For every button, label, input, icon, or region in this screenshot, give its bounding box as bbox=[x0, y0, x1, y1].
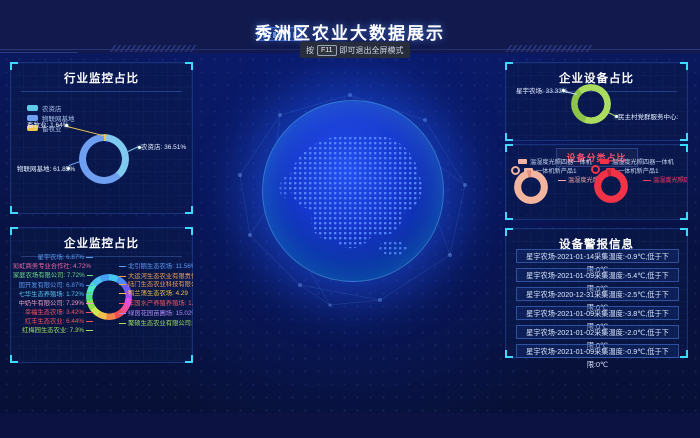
legend-swatch-icon bbox=[27, 105, 38, 111]
corner-accent bbox=[505, 133, 513, 141]
legend-swatch-icon bbox=[518, 159, 527, 164]
toast-prefix: 按 bbox=[306, 45, 314, 56]
legend-item[interactable]: 温湿度光照四器一体机 bbox=[518, 157, 592, 166]
panel-device-category: 设备分类占比 温湿度光照四器一体机 一体机新产品1 温湿度光照四器一— 温湿度光… bbox=[505, 144, 688, 220]
chart-label: 绿茵花园苗圃场: 15.02% bbox=[119, 310, 193, 318]
chart-label: 中奶牛有限公司: 7.29% bbox=[13, 300, 93, 308]
corner-accent bbox=[505, 62, 513, 70]
corner-accent bbox=[10, 62, 18, 70]
corner-accent bbox=[185, 62, 193, 70]
legend-label: 温湿度光照四器一体机 bbox=[530, 157, 592, 166]
chart-label: 聚硕生态农业有限公司: 6.87% bbox=[119, 320, 193, 328]
corner-accent bbox=[185, 227, 193, 235]
leader-dot bbox=[562, 89, 565, 92]
corner-accent bbox=[680, 350, 688, 358]
chart-label: 彩虹商务专业合作社: 4.72% bbox=[13, 263, 93, 271]
mini-donut-icon bbox=[591, 165, 600, 174]
category-donut-left[interactable] bbox=[514, 170, 548, 204]
chart-label: 七华生态养殖场: 1.72% bbox=[13, 291, 93, 299]
alarm-list-item: 星宇农场-2021-01-09采集温度:-3.8℃,低于下限:0℃ bbox=[516, 306, 679, 320]
dashboard: 秀洲区农业大数据展示 按 F11 即可退出全屏模式 bbox=[0, 0, 700, 438]
corner-accent bbox=[10, 355, 18, 363]
chart-label: 畜牧业: 1.64% bbox=[27, 121, 69, 130]
globe-sphere[interactable] bbox=[262, 100, 444, 282]
leader-dot bbox=[138, 146, 141, 149]
corner-accent bbox=[185, 355, 193, 363]
industry-donut-chart[interactable] bbox=[79, 134, 129, 184]
corner-accent bbox=[680, 62, 688, 70]
corner-accent bbox=[505, 144, 513, 152]
legend-item[interactable]: 农资店 bbox=[27, 103, 75, 113]
corner-accent bbox=[10, 227, 18, 235]
corner-accent bbox=[185, 206, 193, 214]
alarm-list-item: 星宇农场-2021-01-09采集温度:-5.4℃,低于下限:0℃ bbox=[516, 268, 679, 282]
category-donut-right[interactable] bbox=[594, 169, 628, 203]
header-hatch-left bbox=[110, 45, 199, 52]
chart-label: 北引鹅生态农场: 11.56% bbox=[119, 263, 193, 271]
alarm-list-item: 星宇农场-2021-01-02采集温度:-2.0℃,低于下限:0℃ bbox=[516, 325, 679, 339]
leader-dot bbox=[65, 124, 68, 127]
panel-industry-monitor: 行业监控占比 农资店 物联网基地 畜牧业 畜牧业: 1.64% 农资店: 36.… bbox=[10, 62, 193, 214]
chart-label: 幸福生态农场: 3.42% bbox=[13, 309, 93, 317]
toast-suffix: 即可退出全屏模式 bbox=[340, 45, 404, 56]
corner-accent bbox=[505, 350, 513, 358]
chart-label: 鸭兰荡生态农场: 4.29 bbox=[119, 290, 193, 298]
corner-accent bbox=[680, 144, 688, 152]
chart-label: 国开发有限公司: 6.87% bbox=[13, 282, 93, 290]
chart-label: 红梅园生态农业: 7.3% bbox=[13, 327, 93, 335]
alarm-list-item: 星宇农场-2020-12-31采集温度:-2.5℃,低于下限:0℃ bbox=[516, 287, 679, 301]
panel-title: 企业监控占比 bbox=[11, 228, 192, 251]
legend-label: 一体机新产品1 bbox=[618, 166, 659, 175]
alarm-list-item: 星宇农场-2021-01-14采集温度:-0.9℃,低于下限:0℃ bbox=[516, 249, 679, 263]
chart-label: 丰国水产养殖养殖场: 1. bbox=[119, 300, 193, 308]
globe-continents bbox=[263, 101, 444, 282]
legend-label: 温湿度光照四器一体机 bbox=[612, 157, 674, 166]
equipment-donut-chart[interactable] bbox=[571, 84, 611, 124]
panel-equipment-ratio: 企业设备占比 星宇农场: 33.33% 民主村党群服务中心: bbox=[505, 62, 688, 141]
corner-accent bbox=[680, 212, 688, 220]
panel-enterprise-monitor: 企业监控占比 星宇农场: 6.87% 彩虹商务专业合作社: 4.72% 家庭农场… bbox=[10, 227, 193, 363]
chart-label: 红丰生态农业: 6.44% bbox=[13, 318, 93, 326]
f11-key: F11 bbox=[317, 45, 337, 56]
chart-label: 温湿度光照四器一— bbox=[643, 175, 687, 184]
alarm-list-item: 星宇农场-2021-01-09采集温度:-0.9℃,低于下限:0℃ bbox=[516, 344, 679, 358]
panel-title: 企业设备占比 bbox=[506, 63, 687, 86]
legend-item[interactable]: 温湿度光照四器一体机 bbox=[600, 157, 674, 166]
corner-accent bbox=[505, 228, 513, 236]
header-hatch-right bbox=[506, 45, 595, 52]
corner-accent bbox=[680, 133, 688, 141]
legend-swatch-icon bbox=[600, 159, 609, 164]
corner-accent bbox=[680, 228, 688, 236]
corner-accent bbox=[505, 212, 513, 220]
corner-accent bbox=[10, 206, 18, 214]
panel-alarm-info: 设备警报信息 星宇农场-2021-01-14采集温度:-0.9℃,低于下限:0℃… bbox=[505, 228, 688, 358]
chart-label: 星宇农场: 6.87% bbox=[13, 254, 93, 262]
leader-dot bbox=[67, 167, 70, 170]
legend-label: 农资店 bbox=[42, 103, 62, 113]
chart-label: 民主村党群服务中心: bbox=[618, 113, 678, 122]
chart-label: 家庭农场有限公司: 7.72% bbox=[13, 272, 93, 280]
chart-label: 星宇农场: 33.33% bbox=[516, 87, 568, 96]
fullscreen-toast: 按 F11 即可退出全屏模式 bbox=[300, 42, 410, 58]
title-separator bbox=[21, 91, 182, 92]
chart-label: 农资店: 36.51% bbox=[141, 143, 186, 152]
leader-dot bbox=[615, 115, 618, 118]
footer-bar bbox=[0, 413, 700, 438]
mini-donut-icon bbox=[511, 166, 520, 175]
panel-title: 行业监控占比 bbox=[11, 63, 192, 86]
page-title: 秀洲区农业大数据展示 bbox=[0, 19, 700, 44]
chart-label: 陆门生态农业科技有限公司 bbox=[119, 281, 193, 289]
chart-label: 大运河生态农业有限责任公 bbox=[119, 273, 193, 281]
